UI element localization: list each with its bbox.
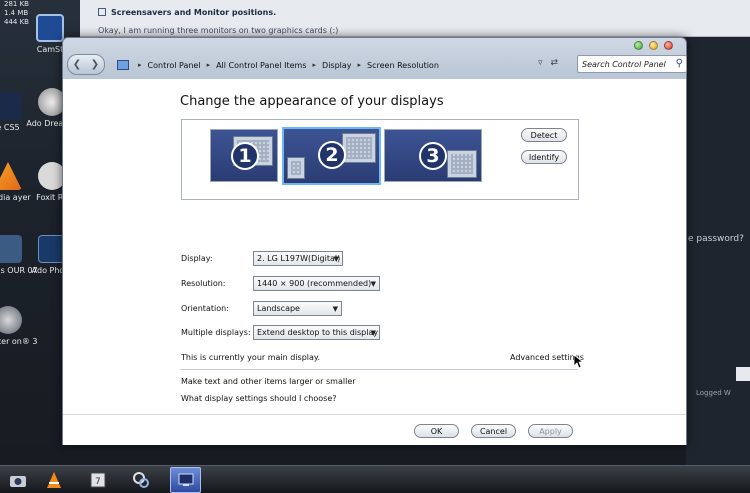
password-link[interactable]: e password?: [688, 234, 744, 244]
display-select[interactable]: 2. LG L197W(Digital) ▼: [253, 251, 343, 266]
crumb-screen-resolution[interactable]: Screen Resolution: [367, 61, 439, 70]
monitor-number: 1: [231, 142, 259, 170]
display-label: Display:: [181, 254, 213, 263]
screen-resolution-window: ❮ ❯ ▸ Control Panel ▸ All Control Panel …: [62, 37, 687, 445]
search-placeholder: Search Control Panel: [582, 59, 666, 69]
identify-button[interactable]: Identify: [521, 150, 567, 164]
back-arrow-icon[interactable]: ❮: [73, 59, 81, 70]
footer-divider: [63, 414, 686, 415]
address-bar: ❮ ❯ ▸ Control Panel ▸ All Control Panel …: [67, 54, 687, 76]
camera-icon: [9, 476, 26, 487]
close-button[interactable]: [664, 41, 673, 50]
breadcrumb: ▸ Control Panel ▸ All Control Panel Item…: [117, 55, 567, 75]
taskbar-item-virtualbox[interactable]: 7: [82, 467, 113, 493]
refresh-icon[interactable]: ⇄: [551, 58, 559, 68]
thread-title: Screensavers and Monitor positions.: [98, 8, 276, 17]
crumb-display[interactable]: Display: [322, 61, 352, 70]
photoshop-cs5-icon: [0, 92, 22, 120]
main-display-status: This is currently your main display.: [181, 353, 321, 362]
address-tools: ▿ ⇄: [538, 58, 558, 68]
monitor-2[interactable]: 2: [282, 127, 381, 185]
svg-text:7: 7: [95, 477, 101, 487]
forward-arrow-icon[interactable]: ❯: [91, 59, 99, 70]
monitor-3[interactable]: 3: [384, 129, 482, 182]
resolution-value: 1440 × 900 (recommended): [257, 279, 372, 288]
golf-game-icon: [0, 235, 22, 263]
window-controls: [634, 41, 673, 50]
dropdown-arrow-icon[interactable]: ▿: [538, 58, 543, 68]
taskbar-item-vlc[interactable]: [38, 467, 69, 493]
taskbar-item-network[interactable]: [125, 467, 156, 493]
orientation-label: Orientation:: [181, 304, 229, 313]
advanced-settings-link[interactable]: Advanced settings: [510, 353, 584, 362]
thread-subtitle: Okay, I am running three monitors on two…: [98, 26, 339, 35]
thread-icon: [98, 8, 106, 16]
search-icon[interactable]: ⚲: [676, 58, 683, 69]
taskbar-item-camera[interactable]: [2, 467, 33, 493]
monitor-1[interactable]: 1: [210, 129, 278, 182]
multiple-displays-value: Extend desktop to this display: [257, 328, 379, 337]
crumb-separator-icon[interactable]: ▸: [358, 61, 362, 69]
orientation-select[interactable]: Landscape ▼: [253, 301, 342, 316]
chevron-down-icon: ▼: [370, 280, 376, 288]
minimize-button[interactable]: [649, 41, 658, 50]
virtualbox-icon: 7: [90, 472, 105, 488]
detect-button[interactable]: Detect: [521, 128, 567, 142]
search-input[interactable]: Search Control Panel ⚲: [577, 55, 687, 73]
crumb-separator-icon[interactable]: ▸: [313, 61, 317, 69]
monitor-number: 2: [318, 141, 346, 169]
orientation-value: Landscape: [257, 304, 300, 313]
forum-widget: [736, 367, 750, 381]
multiple-displays-select[interactable]: Extend desktop to this display ▼: [253, 325, 380, 340]
content-pane: Change the appearance of your displays 1…: [63, 79, 686, 445]
multiple-displays-label: Multiple displays:: [181, 328, 251, 337]
taskbar-item-display-settings[interactable]: [170, 467, 201, 493]
stat-value: 281 KB: [4, 0, 29, 8]
monitor-3-window-icon: [447, 150, 477, 178]
desktop-icon-coaster[interactable]: Coaster on® 3: [0, 306, 38, 347]
page-title: Change the appearance of your displays: [180, 94, 444, 109]
chevron-down-icon: ▼: [370, 329, 376, 337]
chevron-down-icon: ▼: [333, 255, 339, 263]
media-player-icon: [0, 162, 22, 190]
crumb-separator-icon[interactable]: ▸: [138, 61, 142, 69]
nav-buttons: ❮ ❯: [67, 54, 105, 75]
background-forum-page: Screensavers and Monitor positions. Okay…: [80, 0, 750, 37]
display-value: 2. LG L197W(Digital): [257, 254, 341, 263]
taskbar: 7: [0, 465, 750, 493]
camstudio-icon: [36, 14, 64, 42]
crumb-all-items[interactable]: All Control Panel Items: [216, 61, 306, 70]
resolution-select[interactable]: 1440 × 900 (recommended) ▼: [253, 276, 380, 291]
background-forum-sidebar: e password? Logged W: [686, 37, 750, 467]
monitor-2-taskbar-icon: [287, 157, 305, 179]
resolution-label: Resolution:: [181, 279, 226, 288]
maximize-button[interactable]: [634, 41, 643, 50]
coaster-icon: [0, 306, 22, 334]
control-panel-icon: [117, 60, 129, 70]
crumb-separator-icon[interactable]: ▸: [207, 61, 211, 69]
monitor-2-window-icon: [342, 133, 376, 163]
logged-in-text: Logged W: [696, 389, 731, 397]
monitor-arrangement: 1 2 3 Detect Identify: [181, 119, 579, 200]
text-size-link[interactable]: Make text and other items larger or smal…: [181, 377, 356, 386]
divider: [180, 369, 578, 370]
chevron-down-icon: ▼: [332, 305, 338, 313]
display-help-link[interactable]: What display settings should I choose?: [181, 394, 337, 403]
crumb-control-panel[interactable]: Control Panel: [148, 61, 201, 70]
ok-button[interactable]: OK: [414, 424, 459, 438]
apply-button[interactable]: Apply: [528, 424, 573, 438]
monitor-number: 3: [419, 142, 447, 170]
network-icon: [132, 472, 149, 488]
cancel-button[interactable]: Cancel: [471, 424, 516, 438]
vlc-icon: [46, 472, 61, 488]
display-settings-icon: [178, 473, 193, 486]
